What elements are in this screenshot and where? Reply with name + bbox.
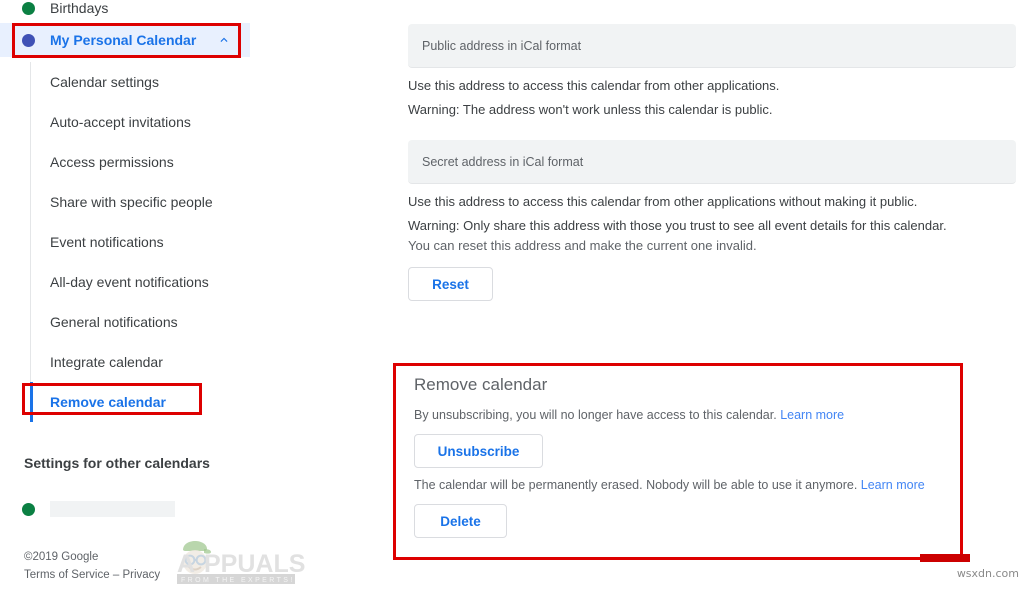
sidebar-item-event-notifications[interactable]: Event notifications xyxy=(31,222,291,262)
green-dot-icon xyxy=(22,1,35,15)
main-content: Public address in iCal format Use this a… xyxy=(390,0,1027,586)
secret-address-warning: Warning: Only share this address with th… xyxy=(408,218,947,233)
public-address-placeholder: Public address in iCal format xyxy=(422,38,582,53)
privacy-link[interactable]: Privacy xyxy=(122,569,160,581)
secret-address-placeholder: Secret address in iCal format xyxy=(422,154,584,169)
sidebar-item-label: Calendar settings xyxy=(50,74,159,90)
reset-button[interactable]: Reset xyxy=(408,267,493,301)
unsubscribe-button[interactable]: Unsubscribe xyxy=(414,434,543,468)
terms-of-service-link[interactable]: Terms of Service xyxy=(24,569,110,581)
sidebar-item-integrate-calendar[interactable]: Integrate calendar xyxy=(31,342,291,382)
calendar-name-placeholder xyxy=(50,501,175,517)
blue-dot-icon xyxy=(22,33,35,47)
sidebar-item-label: Remove calendar xyxy=(50,394,166,410)
remove-calendar-title: Remove calendar xyxy=(414,375,548,394)
delete-description-text: The calendar will be permanently erased.… xyxy=(414,478,858,492)
unsubscribe-learn-more-link[interactable]: Learn more xyxy=(780,408,844,422)
footer-copyright: ©2019 Google xyxy=(24,551,99,563)
sidebar-item-access-permissions[interactable]: Access permissions xyxy=(31,142,291,182)
public-address-note: Use this address to access this calendar… xyxy=(408,78,780,93)
calendar-label: Birthdays xyxy=(50,0,109,16)
chevron-up-icon[interactable] xyxy=(216,32,232,48)
delete-description: The calendar will be permanently erased.… xyxy=(414,478,925,492)
sidebar-item-label: Event notifications xyxy=(50,234,164,250)
sidebar-item-auto-accept-invitations[interactable]: Auto-accept invitations xyxy=(31,102,291,142)
unsubscribe-description: By unsubscribing, you will no longer hav… xyxy=(414,408,844,422)
sidebar-item-label: All-day event notifications xyxy=(50,274,209,290)
secret-address-reset-hint: You can reset this address and make the … xyxy=(408,238,757,253)
delete-learn-more-link[interactable]: Learn more xyxy=(861,478,925,492)
footer-links: Terms of Service – Privacy xyxy=(24,566,160,584)
public-address-warning: Warning: The address won't work unless t… xyxy=(408,102,773,117)
calendar-item-my-personal-calendar[interactable]: My Personal Calendar xyxy=(0,23,250,57)
calendar-item-birthdays[interactable]: Birthdays xyxy=(22,0,108,25)
public-ical-address-field[interactable]: Public address in iCal format xyxy=(408,24,1016,68)
sidebar: Birthdays My Personal Calendar Calendar … xyxy=(0,0,390,586)
wsxdn-watermark: wsxdn.com xyxy=(956,567,1019,580)
footer-separator: – xyxy=(109,569,123,581)
unsubscribe-description-text: By unsubscribing, you will no longer hav… xyxy=(414,408,777,422)
calendar-settings-subnav: Calendar settings Auto-accept invitation… xyxy=(30,62,291,422)
secret-ical-address-field[interactable]: Secret address in iCal format xyxy=(408,140,1016,184)
sidebar-item-label: Integrate calendar xyxy=(50,354,163,370)
sidebar-item-all-day-event-notifications[interactable]: All-day event notifications xyxy=(31,262,291,302)
green-dot-icon xyxy=(22,502,35,516)
sidebar-item-label: Auto-accept invitations xyxy=(50,114,191,130)
sidebar-item-label: General notifications xyxy=(50,314,178,330)
sidebar-item-remove-calendar[interactable]: Remove calendar xyxy=(30,382,291,422)
sidebar-item-general-notifications[interactable]: General notifications xyxy=(31,302,291,342)
secret-address-note: Use this address to access this calendar… xyxy=(408,194,918,209)
delete-button[interactable]: Delete xyxy=(414,504,507,538)
sidebar-item-label: Access permissions xyxy=(50,154,174,170)
sidebar-item-label: Share with specific people xyxy=(50,194,213,210)
remove-calendar-section: Remove calendar By unsubscribing, you wi… xyxy=(393,363,963,560)
other-calendar-item[interactable] xyxy=(22,492,175,526)
sidebar-item-calendar-settings[interactable]: Calendar settings xyxy=(31,62,291,102)
sidebar-item-share-with-specific-people[interactable]: Share with specific people xyxy=(31,182,291,222)
footer: ©2019 Google Terms of Service – Privacy xyxy=(24,548,160,584)
red-bar-watermark xyxy=(920,554,970,562)
other-calendars-heading: Settings for other calendars xyxy=(24,455,210,471)
calendar-label: My Personal Calendar xyxy=(50,32,197,48)
